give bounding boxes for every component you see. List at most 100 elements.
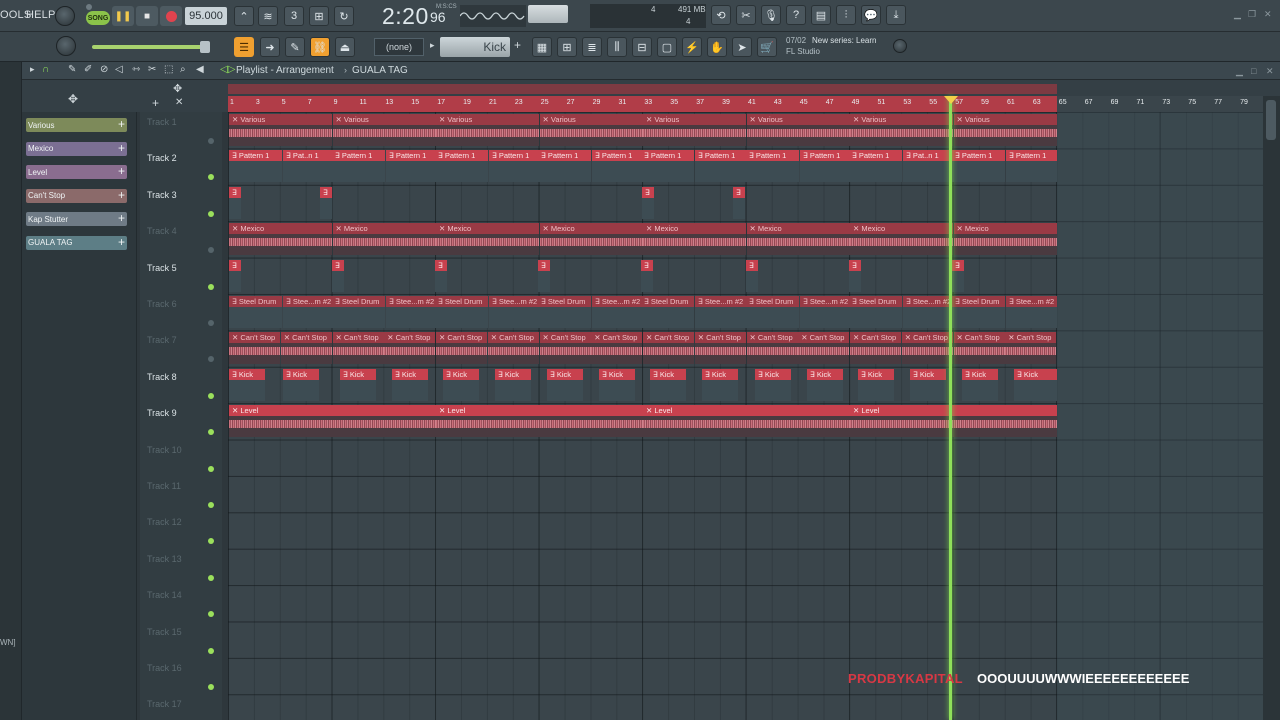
playlist-clip[interactable]: ✕ Can't Stop [850, 332, 901, 365]
playlist-clip[interactable]: ∃ Pattern 1 [592, 150, 645, 183]
playlist-clip[interactable]: ✕ Level [229, 405, 436, 438]
playlist-clip[interactable]: ✕ Can't Stop [746, 332, 798, 365]
playlist-clip[interactable]: ✕ Can't Stop [229, 332, 280, 365]
metronome-button[interactable]: ⌃ [234, 6, 254, 26]
playlist-clip[interactable]: ✕ Various [953, 114, 1057, 146]
playlist-clip[interactable]: ∃ [733, 186, 745, 219]
playlist-clip[interactable]: ∃ [332, 259, 344, 292]
playlist-clip[interactable]: ✕ Mexico [539, 223, 643, 256]
delete-tool-icon[interactable]: ⊘ [100, 64, 108, 75]
playlist-clip[interactable]: ✕ Can't Stop [643, 332, 694, 365]
pencil-icon[interactable]: ✎ [68, 64, 76, 75]
playlist-clip[interactable]: ∃ Kick [443, 368, 479, 401]
countdown-button[interactable]: 3 [284, 6, 304, 26]
playlist-clip[interactable]: ∃ Pattern 1 [800, 150, 853, 183]
playlist-clip[interactable]: ✕ Can't Stop [384, 332, 436, 365]
mute-tool-icon[interactable]: ◁ [115, 64, 123, 75]
playlist-clip[interactable]: ✕ Mexico [850, 223, 953, 256]
playlist-clip[interactable]: ∃ Pattern 1 [489, 150, 542, 183]
add-clip-icon[interactable]: + [118, 141, 125, 155]
playlist-clip[interactable]: ∃ [320, 186, 332, 219]
playlist-clip[interactable]: ✕ Can't Stop [1005, 332, 1057, 365]
playback-tool-icon[interactable]: ◀ [196, 64, 204, 75]
magnet-icon[interactable]: ∩ [42, 64, 49, 75]
playlist-clip[interactable]: ∃ Kick [599, 368, 635, 401]
track-name[interactable]: Track 7 [147, 335, 177, 345]
playlist-clip[interactable]: ∃ Kick [392, 368, 428, 401]
track-name[interactable]: Track 4 [147, 226, 177, 236]
track-mute-indicator[interactable] [208, 210, 214, 217]
track-name[interactable]: Track 12 [147, 517, 182, 527]
arrangement-prev-icon[interactable]: ◁▷ [220, 64, 235, 75]
track-name[interactable]: Track 11 [147, 481, 181, 491]
wait-input-button[interactable]: ≋ [258, 6, 278, 26]
playlist-clip[interactable]: ∃ Stee...m #2 [489, 296, 542, 328]
tempo-display[interactable]: 95.000 [185, 7, 227, 25]
playlist-clip[interactable]: ∃ Kick [702, 368, 738, 401]
track-name[interactable]: Track 2 [147, 153, 177, 163]
playlist-clip[interactable]: ∃ Steel Drum [746, 296, 799, 328]
close-window-icon[interactable]: ✕ [1264, 9, 1272, 20]
arrangement-name[interactable]: GUALA TAG [352, 65, 408, 76]
playlist-clip[interactable]: ∃ Kick [340, 368, 376, 401]
vertical-scrollbar[interactable] [1263, 96, 1280, 720]
remove-track-icon[interactable]: ✕ [175, 97, 183, 108]
track-mute-indicator[interactable] [208, 502, 214, 508]
playlist-clip[interactable]: ∃ Pattern 1 [332, 150, 385, 183]
playlist-clip[interactable]: ✕ Can't Stop [953, 332, 1005, 365]
playlist-clip[interactable]: ✕ Various [332, 114, 436, 146]
current-channel-field[interactable]: Kick [440, 37, 510, 57]
paint-icon[interactable]: ✐ [84, 64, 92, 75]
track-name[interactable]: Track 9 [147, 408, 177, 418]
playlist-clip[interactable]: ∃ Pattern 1 [386, 150, 439, 183]
restore-window-icon[interactable]: ❐ [1248, 9, 1256, 20]
stop-button[interactable]: ■ [136, 6, 158, 26]
playlist-clip[interactable]: ∃ Kick [547, 368, 583, 401]
playlist-clip[interactable]: ✕ Various [436, 114, 539, 146]
playlist-clip[interactable]: ∃ Pattern 1 [849, 150, 902, 183]
track-name[interactable]: Track 6 [147, 299, 177, 309]
playlist-clip[interactable]: ∃ Pattern 1 [435, 150, 488, 183]
playlist-clip[interactable]: ∃ Steel Drum [952, 296, 1005, 328]
add-clip-icon[interactable]: + [118, 188, 125, 202]
picker-item[interactable]: Various + [26, 117, 127, 132]
playlist-clip[interactable]: ✕ Mexico [746, 223, 850, 256]
playlist-clip[interactable]: ∃ Steel Drum [538, 296, 591, 328]
link-button[interactable]: ⛓ [310, 37, 330, 57]
play-pause-button[interactable]: ❚❚ [112, 6, 134, 26]
plugin-picker-button[interactable]: ⚡ [682, 37, 702, 57]
song-position-time[interactable]: 2:20 [382, 3, 429, 30]
pattern-select[interactable]: (none) [374, 38, 424, 56]
add-clip-icon[interactable]: + [118, 164, 125, 178]
download-button[interactable]: ⤓ [886, 5, 906, 25]
playlist-view-button[interactable]: ☰ [234, 37, 254, 57]
playlist-clip[interactable]: ✕ Can't Stop [798, 332, 850, 365]
track-mute-indicator[interactable] [208, 574, 214, 581]
slice-tool-icon[interactable]: ✂ [148, 64, 156, 75]
playlist-clip[interactable]: ∃ Pattern 1 [641, 150, 694, 183]
playlist-clip[interactable]: ∃ [538, 259, 550, 292]
track-name[interactable]: Track 14 [147, 590, 182, 600]
playlist-clip[interactable]: ∃ Kick [962, 368, 998, 401]
playlist-clip[interactable]: ✕ Can't Stop [436, 332, 487, 365]
playlist-clip[interactable]: ∃ Kick [755, 368, 791, 401]
playlist-clip[interactable]: ✕ Mexico [332, 223, 436, 256]
playlist-clip[interactable]: ∃ Kick [650, 368, 686, 401]
track-name[interactable]: Track 15 [147, 627, 182, 637]
playlist-clip[interactable]: ✕ Mexico [643, 223, 746, 256]
record-button[interactable] [160, 6, 182, 26]
undo-history-button[interactable]: ⟲ [711, 5, 731, 25]
picker-zoom-icon[interactable]: ✥ [68, 92, 78, 106]
playlist-clip[interactable]: ✕ Can't Stop [332, 332, 384, 365]
playlist-clip[interactable]: ∃ Stee...m #2 [1006, 296, 1057, 328]
main-volume-meter[interactable] [528, 5, 568, 23]
track-mute-indicator[interactable] [208, 465, 214, 472]
select-tool-icon[interactable]: ⬚ [164, 64, 173, 75]
add-track-icon[interactable]: + [152, 96, 159, 110]
add-clip-icon[interactable]: + [118, 211, 125, 225]
playlist-clip[interactable]: ✕ Level [436, 405, 643, 438]
playlist-clip[interactable]: ∃ Steel Drum [435, 296, 488, 328]
track-name[interactable]: Track 13 [147, 554, 182, 564]
playlist-clip[interactable]: ∃ [229, 186, 241, 219]
playlist-clip[interactable]: ∃ Steel Drum [641, 296, 694, 328]
